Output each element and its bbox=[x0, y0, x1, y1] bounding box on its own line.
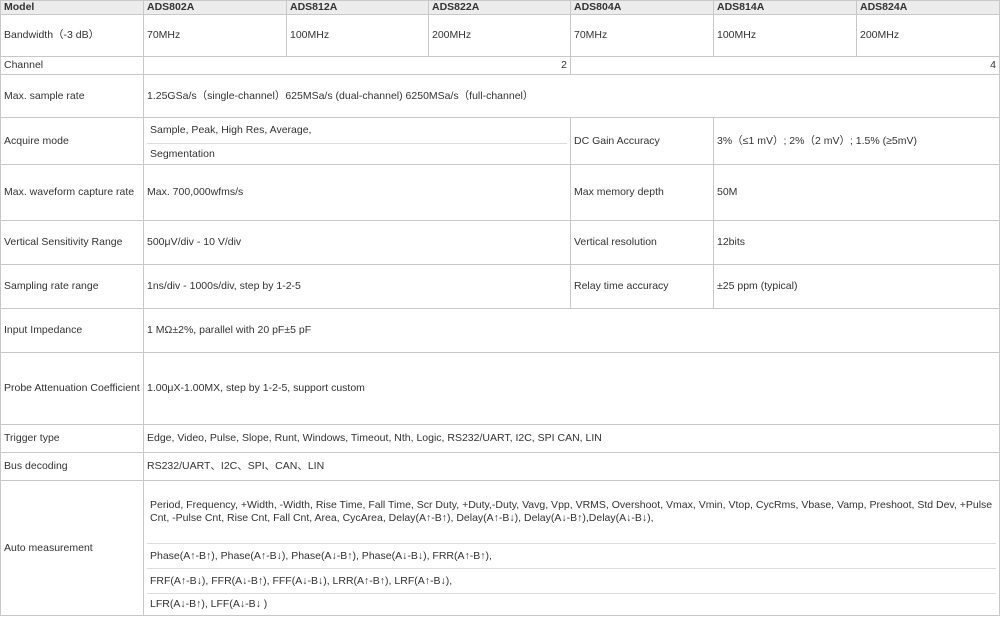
bandwidth-value: 70MHz bbox=[143, 14, 287, 57]
header-model: ADS802A bbox=[143, 0, 287, 15]
input-impedance-row: Input Impedance 1 MΩ±2%, parallel with 2… bbox=[0, 308, 1000, 353]
sample-rate-row: Max. sample rate 1.25GSa/s（single-channe… bbox=[0, 74, 1000, 118]
acquire-mode-row: Acquire mode Sample, Peak, High Res, Ave… bbox=[0, 117, 1000, 165]
row-label: Channel bbox=[0, 56, 144, 75]
row-label: Max memory depth bbox=[570, 164, 714, 221]
channel-value-4ch: 4 bbox=[570, 56, 1000, 75]
input-impedance-value: 1 MΩ±2%, parallel with 20 pF±5 pF bbox=[143, 308, 1000, 353]
header-model-label: Model bbox=[0, 0, 144, 15]
sampling-range-row: Sampling rate range 1ns/div - 1000s/div,… bbox=[0, 264, 1000, 309]
vertical-sensitivity-row: Vertical Sensitivity Range 500μV/div - 1… bbox=[0, 220, 1000, 265]
probe-attenuation-row: Probe Attenuation Coefficient 1.00μX-1.0… bbox=[0, 352, 1000, 425]
sample-rate-value: 1.25GSa/s（single-channel）625MSa/s (dual-… bbox=[143, 74, 1000, 118]
sampling-range-value: 1ns/div - 1000s/div, step by 1-2-5 bbox=[143, 264, 571, 309]
trigger-type-row: Trigger type Edge, Video, Pulse, Slope, … bbox=[0, 424, 1000, 453]
acquire-mode-line: Sample, Peak, High Res, Average, bbox=[147, 119, 567, 144]
channel-row: Channel 2 4 bbox=[0, 56, 1000, 75]
header-model: ADS804A bbox=[570, 0, 714, 15]
row-label: Probe Attenuation Coefficient bbox=[0, 352, 144, 425]
row-label: DC Gain Accuracy bbox=[570, 117, 714, 165]
header-row: Model ADS802A ADS812A ADS822A ADS804A AD… bbox=[0, 0, 1000, 15]
acquire-mode-line: Segmentation bbox=[150, 147, 215, 160]
auto-measurement-line: FRF(A↑-B↓), FFR(A↓-B↑), FFF(A↓-B↓), LRR(… bbox=[147, 569, 996, 594]
row-label: Input Impedance bbox=[0, 308, 144, 353]
capture-rate-row: Max. waveform capture rate Max. 700,000w… bbox=[0, 164, 1000, 221]
row-label: Sampling rate range bbox=[0, 264, 144, 309]
relay-time-accuracy-value: ±25 ppm (typical) bbox=[713, 264, 1000, 309]
trigger-type-value: Edge, Video, Pulse, Slope, Runt, Windows… bbox=[143, 424, 1000, 453]
channel-value-2ch: 2 bbox=[143, 56, 571, 75]
auto-measurement-line: Period, Frequency, +Width, -Width, Rise … bbox=[147, 482, 996, 544]
row-label: Relay time accuracy bbox=[570, 264, 714, 309]
row-label: Bandwidth（-3 dB） bbox=[0, 14, 144, 57]
probe-attenuation-value: 1.00μX-1.00MX, step by 1-2-5, support cu… bbox=[143, 352, 1000, 425]
acquire-mode-cell: Sample, Peak, High Res, Average, Segment… bbox=[143, 117, 571, 165]
spec-table: Model ADS802A ADS812A ADS822A ADS804A AD… bbox=[0, 0, 1000, 616]
capture-rate-value: Max. 700,000wfms/s bbox=[143, 164, 571, 221]
bandwidth-value: 200MHz bbox=[856, 14, 1000, 57]
bus-decoding-row: Bus decoding RS232/UART、I2C、SPI、CAN、LIN bbox=[0, 452, 1000, 481]
row-label: Max. waveform capture rate bbox=[0, 164, 144, 221]
auto-measurement-line: Phase(A↑-B↑), Phase(A↑-B↓), Phase(A↓-B↑)… bbox=[147, 544, 996, 569]
bandwidth-value: 70MHz bbox=[570, 14, 714, 57]
row-label: Acquire mode bbox=[0, 117, 144, 165]
auto-measurement-cell: Period, Frequency, +Width, -Width, Rise … bbox=[143, 480, 1000, 616]
auto-measurement-row: Auto measurement Period, Frequency, +Wid… bbox=[0, 480, 1000, 616]
memory-depth-value: 50M bbox=[713, 164, 1000, 221]
row-label: Max. sample rate bbox=[0, 74, 144, 118]
auto-measurement-line: LFR(A↓-B↑), LFF(A↓-B↓ ) bbox=[150, 598, 268, 610]
bandwidth-row: Bandwidth（-3 dB） 70MHz 100MHz 200MHz 70M… bbox=[0, 14, 1000, 57]
row-label: Trigger type bbox=[0, 424, 144, 453]
dc-gain-accuracy-value: 3%（≤1 mV）; 2%（2 mV）; 1.5% (≥5mV) bbox=[713, 117, 1000, 165]
header-model: ADS824A bbox=[856, 0, 1000, 15]
vertical-sensitivity-value: 500μV/div - 10 V/div bbox=[143, 220, 571, 265]
bus-decoding-value: RS232/UART、I2C、SPI、CAN、LIN bbox=[143, 452, 1000, 481]
row-label: Auto measurement bbox=[0, 480, 144, 616]
row-label: Vertical resolution bbox=[570, 220, 714, 265]
bandwidth-value: 200MHz bbox=[428, 14, 571, 57]
header-model: ADS822A bbox=[428, 0, 571, 15]
header-model: ADS814A bbox=[713, 0, 857, 15]
bandwidth-value: 100MHz bbox=[713, 14, 857, 57]
row-label: Bus decoding bbox=[0, 452, 144, 481]
vertical-resolution-value: 12bits bbox=[713, 220, 1000, 265]
bandwidth-value: 100MHz bbox=[286, 14, 429, 57]
header-model: ADS812A bbox=[286, 0, 429, 15]
row-label: Vertical Sensitivity Range bbox=[0, 220, 144, 265]
